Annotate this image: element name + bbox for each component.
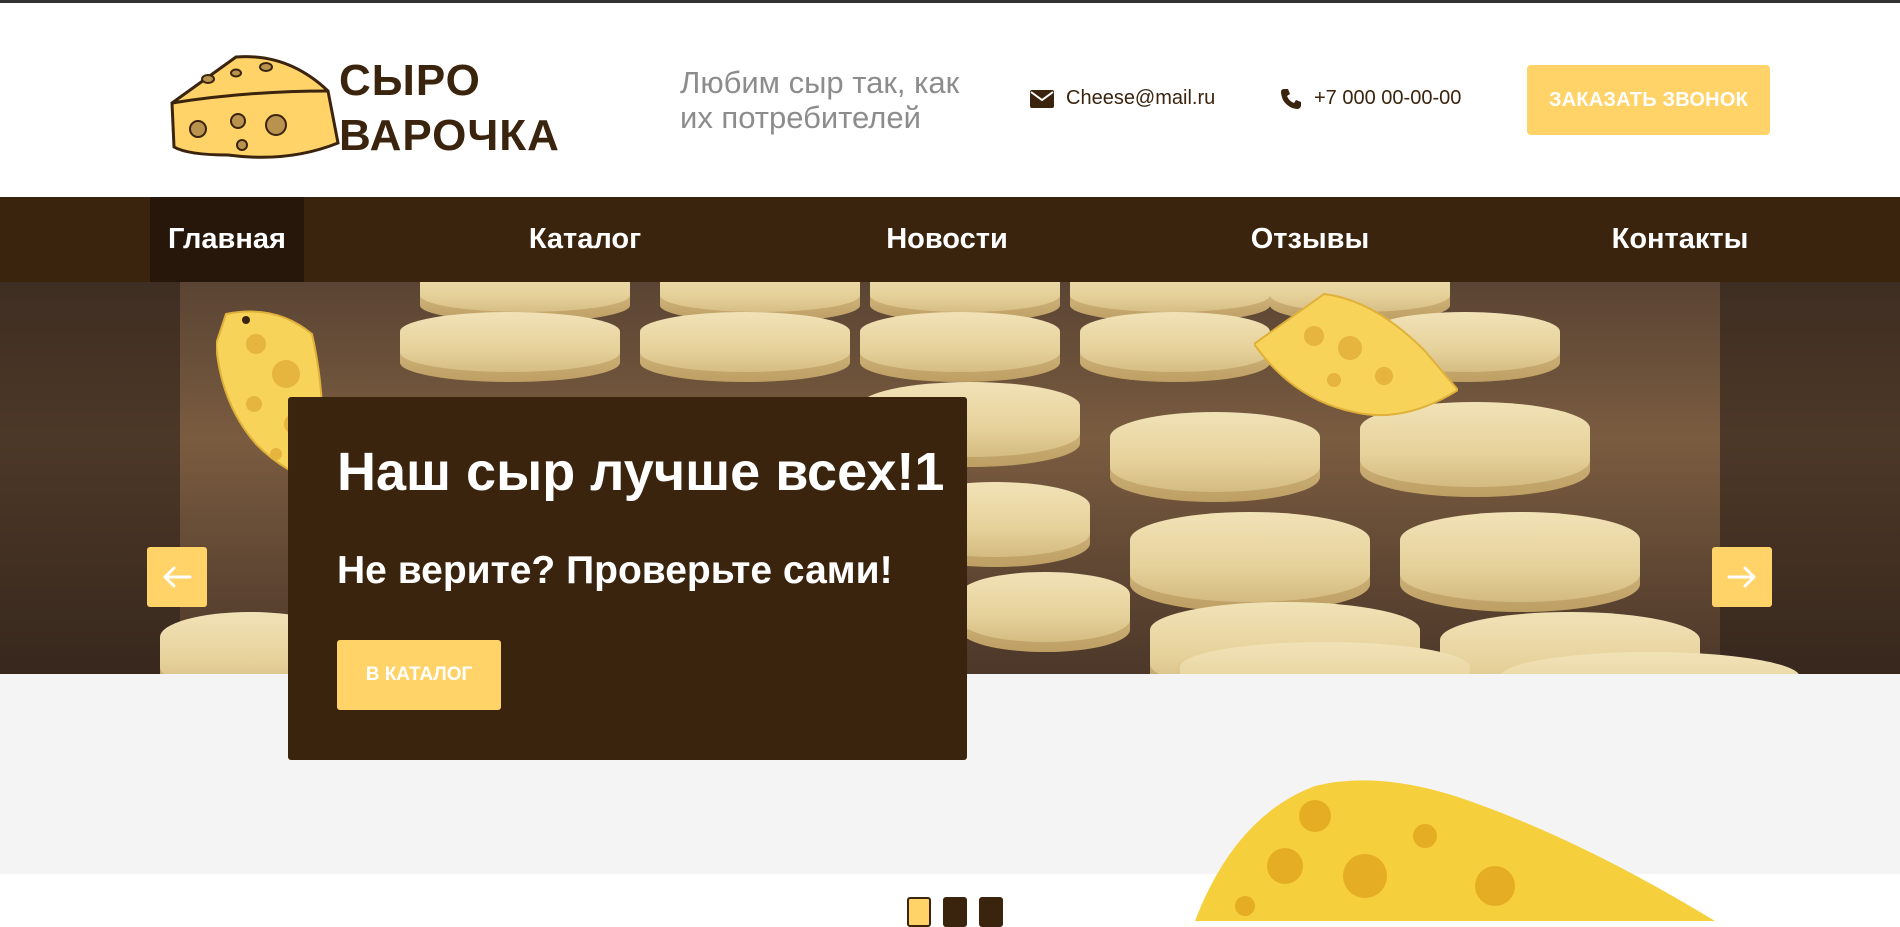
site-header: СЫРО ВАРОЧКА Любим сыр так, как их потре… xyxy=(0,3,1900,197)
phone-icon xyxy=(1281,88,1301,109)
email-contact[interactable]: Cheese@mail.ru xyxy=(1030,87,1215,110)
nav-item-reviews[interactable]: Отзывы xyxy=(1225,197,1395,282)
slider-dot-3[interactable] xyxy=(979,897,1003,927)
nav-item-news[interactable]: Новости xyxy=(862,197,1032,282)
slider-next-button[interactable] xyxy=(1712,547,1772,607)
rack-right xyxy=(1720,282,1900,674)
nav-item-catalog[interactable]: Каталог xyxy=(500,197,670,282)
hero-subtitle: Не верите? Проверьте сами! xyxy=(337,549,893,592)
logo-line1: СЫРО xyxy=(339,56,481,105)
rack-left xyxy=(0,282,180,674)
hero-title: Наш сыр лучше всех!1 xyxy=(337,442,945,502)
cheese-wheel xyxy=(1400,512,1640,612)
logo-line2: ВАРОЧКА xyxy=(339,111,560,160)
slider-prev-button[interactable] xyxy=(147,547,207,607)
nav-item-home[interactable]: Главная xyxy=(150,197,304,282)
email-text: Cheese@mail.ru xyxy=(1066,87,1216,109)
cheese-wheel xyxy=(400,312,620,382)
cheese-block-image xyxy=(1195,780,1715,921)
slider-pagination xyxy=(907,897,1003,927)
cheese-wheel xyxy=(860,312,1060,382)
cheese-wheel xyxy=(960,572,1130,652)
arrow-left-icon xyxy=(163,566,192,588)
cheese-wheel xyxy=(640,312,850,382)
cheese-wheel xyxy=(1080,312,1270,382)
to-catalog-button[interactable]: В КАТАЛОГ xyxy=(337,640,501,710)
phone-text: +7 000 00-00-00 xyxy=(1314,87,1462,109)
nav-item-contacts[interactable]: Контакты xyxy=(1590,197,1770,282)
hero-promo-card: Наш сыр лучше всех!1 Не верите? Проверьт… xyxy=(288,397,967,760)
order-call-button[interactable]: ЗАКАЗАТЬ ЗВОНОК xyxy=(1527,65,1770,135)
cheese-wheel xyxy=(1110,412,1320,502)
phone-contact[interactable]: +7 000 00-00-00 xyxy=(1280,87,1461,110)
logo-text[interactable]: СЫРО ВАРОЧКА xyxy=(339,53,560,163)
tagline: Любим сыр так, как их потребителей xyxy=(680,65,960,135)
main-nav: Главная Каталог Новости Отзывы Контакты xyxy=(0,197,1900,282)
arrow-right-icon xyxy=(1727,566,1756,588)
envelope-icon xyxy=(1030,89,1054,108)
slider-dot-1[interactable] xyxy=(907,897,931,927)
slider-dot-2[interactable] xyxy=(943,897,967,927)
cheese-wheel xyxy=(1130,512,1370,612)
cheese-logo-icon[interactable] xyxy=(168,51,346,163)
